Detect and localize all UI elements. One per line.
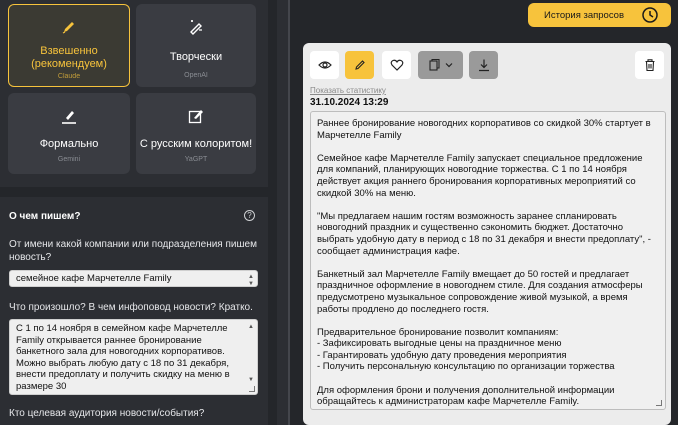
clock-history-icon [642, 7, 658, 23]
help-icon[interactable]: ? [244, 210, 255, 221]
magic-pen-icon [136, 18, 256, 38]
style-card-label: Формально [39, 138, 99, 150]
company-input-value: семейное кафе Марчетелле Family [16, 273, 172, 284]
article-paragraph: Семейное кафе Марчетелле Family запускае… [317, 152, 643, 199]
company-input[interactable]: семейное кафе Марчетелле Family ▲ ▼ [9, 270, 258, 287]
article-paragraph: "Мы предлагаем нашим гостям возможность … [317, 210, 651, 257]
edit-button[interactable] [345, 51, 374, 79]
style-card-model: Claude [57, 73, 81, 80]
article-list-item: - Зафиксировать выгодные цены на праздни… [317, 338, 562, 350]
result-textarea[interactable]: Раннее бронирование новогодних корпорати… [310, 111, 666, 410]
question-event: Что произошло? В чем инфоповод новости? … [9, 302, 253, 313]
copy-dropdown-button[interactable] [418, 51, 463, 79]
event-textarea-value: С 1 по 14 ноября в семейном кафе Марчете… [16, 323, 230, 392]
article-list-item: - Получить персональную консультацию по … [317, 361, 615, 373]
style-card-russian[interactable]: С русским колоритом! YaGPT [136, 93, 256, 174]
download-button[interactable] [469, 51, 498, 79]
resize-handle[interactable] [656, 400, 662, 406]
download-icon [478, 59, 489, 72]
event-textarea[interactable]: С 1 по 14 ноября в семейном кафе Марчете… [9, 319, 258, 395]
eye-icon [317, 61, 332, 69]
article-paragraph: Для оформления брони и получения дополни… [317, 384, 615, 408]
pencil-icon [354, 60, 365, 70]
article-paragraph: Банкетный зал Марчетелле Family вмещает … [317, 268, 643, 315]
result-timestamp: 31.10.2024 13:29 [310, 97, 389, 108]
trash-icon [645, 59, 654, 72]
form-title: О чем пишем? [9, 211, 81, 222]
question-audience: Кто целевая аудитория новости/события? [9, 408, 205, 419]
scroll-down-icon[interactable]: ▼ [248, 375, 254, 387]
style-card-model: YaGPT [184, 156, 208, 163]
article-headline: Раннее бронирование новогодних корпорати… [317, 118, 651, 141]
history-button[interactable]: История запросов [528, 3, 671, 27]
view-button[interactable] [310, 51, 339, 79]
pencil-icon [9, 19, 129, 39]
edit-box-icon [136, 107, 256, 127]
question-company: От имени какой компании или подразделени… [9, 239, 257, 263]
style-card-balanced[interactable]: Взвешенно (рекомендуем) Claude [8, 4, 130, 87]
pen-line-icon [8, 107, 130, 127]
heart-icon [390, 59, 403, 71]
scroll-up-icon[interactable]: ▲ [248, 322, 254, 334]
spinner-down-icon: ▼ [248, 281, 254, 287]
article-paragraph: Предварительное бронирование позволит ко… [317, 326, 559, 338]
style-card-label: Взвешенно (рекомендуем) [31, 45, 107, 70]
chevron-down-icon [445, 63, 453, 68]
article-list-item: - Гарантировать удобную дату проведения … [317, 349, 567, 361]
history-button-label: История запросов [544, 9, 625, 21]
show-statistics-link[interactable]: Показать статистику [310, 86, 386, 95]
style-card-model: OpenAI [184, 72, 208, 79]
left-panel: Взвешенно (рекомендуем) Claude Творчески… [0, 0, 268, 425]
style-card-label: С русским колоритом! [139, 138, 253, 150]
favorite-button[interactable] [382, 51, 411, 79]
app-root: Взвешенно (рекомендуем) Claude Творчески… [0, 0, 678, 425]
style-card-label: Творчески [169, 51, 223, 63]
style-card-creative[interactable]: Творчески OpenAI [136, 4, 256, 87]
style-card-model: Gemini [57, 156, 81, 163]
style-card-formal[interactable]: Формально Gemini [8, 93, 130, 174]
delete-button[interactable] [635, 51, 664, 79]
copy-icon [429, 58, 440, 71]
resize-handle[interactable] [249, 386, 255, 392]
